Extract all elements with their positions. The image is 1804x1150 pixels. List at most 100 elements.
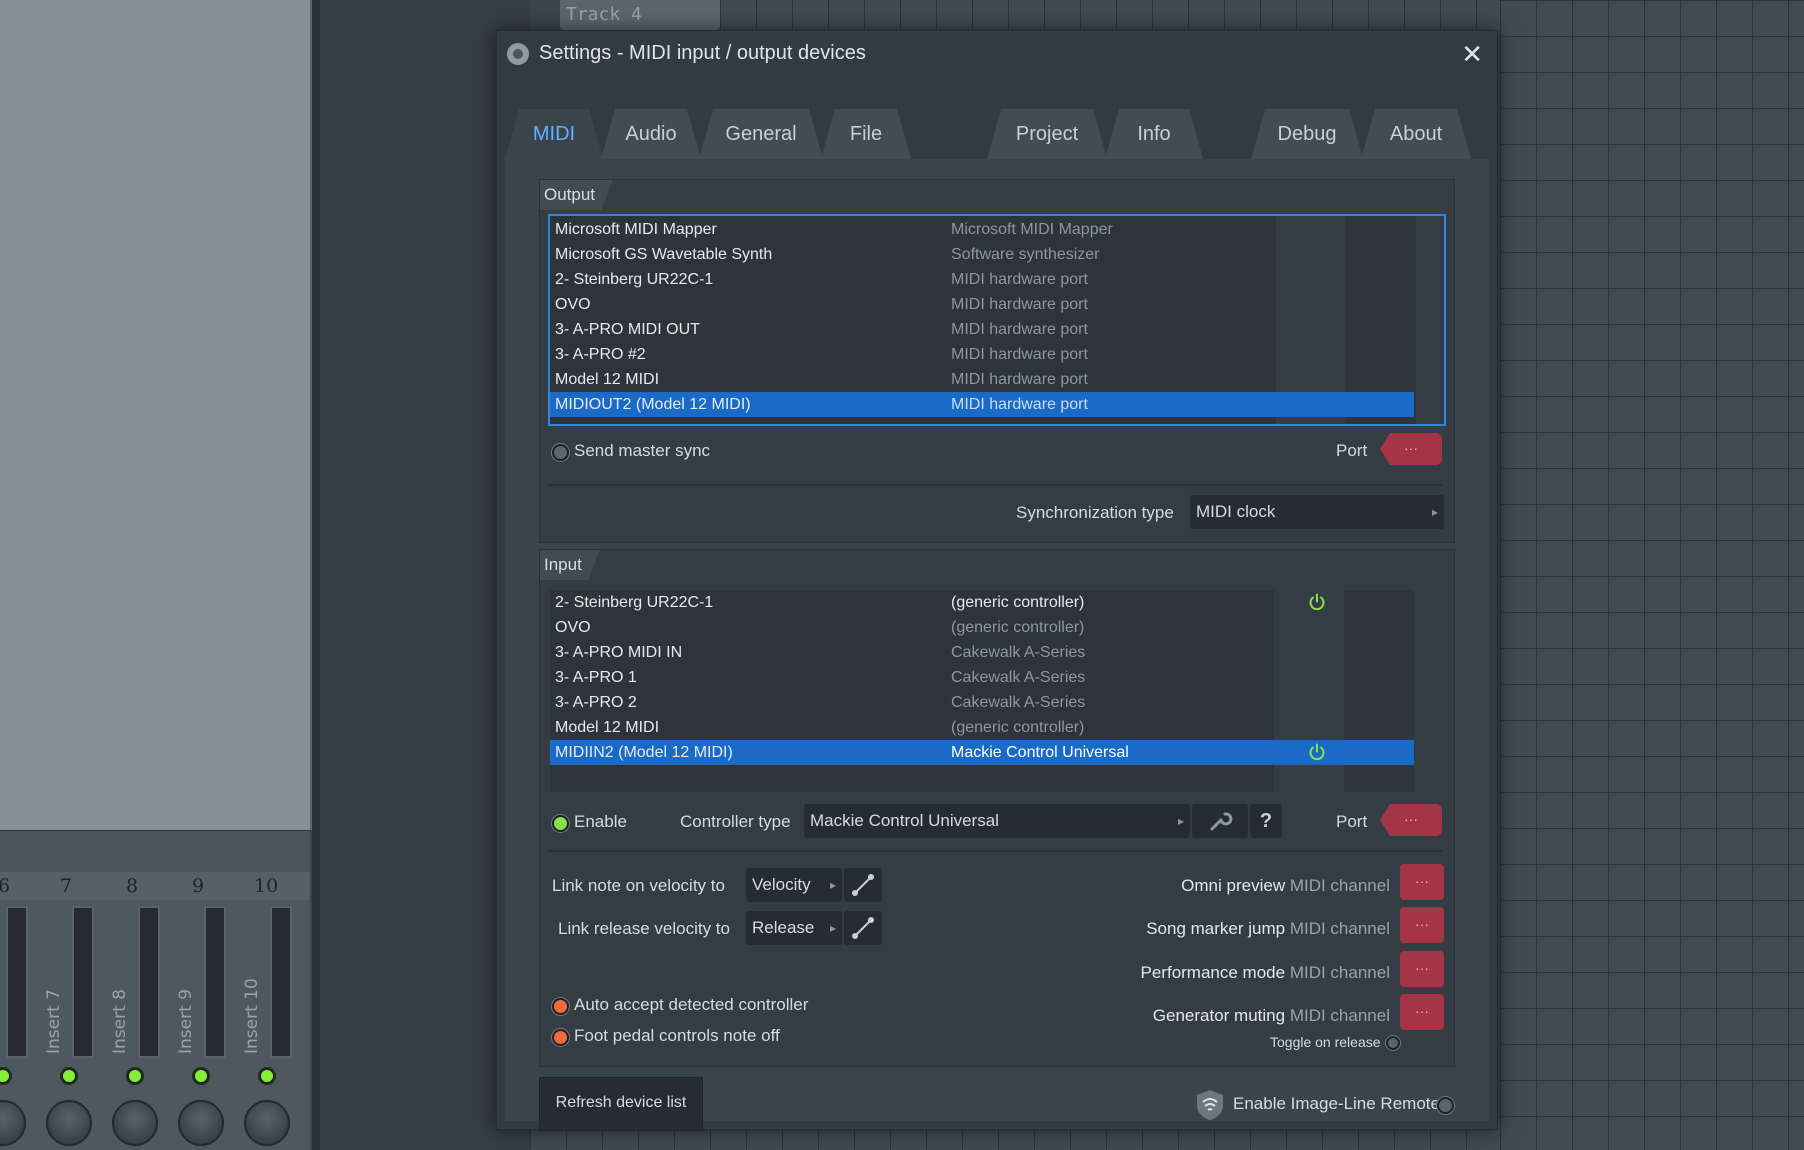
list-item[interactable]: 2- Steinberg UR22C-1 (generic controller) bbox=[550, 590, 1414, 615]
device-type: (generic controller) bbox=[951, 719, 1085, 736]
list-item[interactable]: Microsoft MIDI Mapper Microsoft MIDI Mapp… bbox=[550, 217, 1414, 242]
output-label: Output bbox=[540, 180, 613, 210]
device-name: Microsoft MIDI Mapper bbox=[555, 221, 717, 238]
link-release-label: Link release velocity to bbox=[558, 919, 730, 938]
list-item[interactable]: 3- A-PRO 2 Cakewalk A-Series bbox=[550, 690, 1414, 715]
controller-type-select[interactable]: Mackie Control Universal ▸ bbox=[804, 804, 1190, 838]
mixer-led[interactable] bbox=[258, 1067, 276, 1085]
list-item[interactable]: 3- A-PRO 1 Cakewalk A-Series bbox=[550, 665, 1414, 690]
mixer-fader[interactable] bbox=[72, 906, 94, 1058]
panel-separator bbox=[312, 0, 320, 1150]
device-name: 3- A-PRO MIDI OUT bbox=[555, 321, 700, 338]
link-note-on-curve-button[interactable] bbox=[844, 868, 882, 902]
mixer-fader[interactable] bbox=[204, 906, 226, 1058]
device-name: 3- A-PRO 1 bbox=[555, 669, 637, 686]
song-marker-channel-button[interactable]: ··· bbox=[1400, 907, 1444, 943]
chevron-right-icon: ▸ bbox=[1431, 505, 1438, 519]
pan-knob[interactable] bbox=[244, 1100, 290, 1146]
mixer-fader[interactable] bbox=[270, 906, 292, 1058]
list-item[interactable]: OVO (generic controller) bbox=[550, 615, 1414, 640]
input-port-button[interactable]: ··· bbox=[1380, 804, 1442, 836]
device-type: MIDI hardware port bbox=[951, 321, 1088, 338]
channel-name: Generator muting bbox=[1152, 1006, 1286, 1025]
help-button[interactable]: ? bbox=[1250, 804, 1282, 838]
link-release-select[interactable]: Release ▸ bbox=[746, 911, 842, 945]
mixer-number: 10 bbox=[254, 875, 279, 897]
remote-radio[interactable] bbox=[1437, 1097, 1454, 1114]
controller-type-label: Controller type bbox=[680, 812, 791, 831]
list-item[interactable]: Model 12 MIDI (generic controller) bbox=[550, 715, 1414, 740]
foot-pedal-label: Foot pedal controls note off bbox=[574, 1026, 780, 1045]
input-device-list[interactable]: 2- Steinberg UR22C-1 (generic controller)… bbox=[550, 590, 1442, 792]
output-port-button[interactable]: ··· bbox=[1380, 433, 1442, 465]
device-name: OVO bbox=[555, 296, 591, 313]
channel-name: Song marker jump bbox=[1146, 919, 1286, 938]
list-item[interactable]: OVO MIDI hardware port bbox=[550, 292, 1414, 317]
device-type: Cakewalk A-Series bbox=[951, 644, 1086, 661]
channel-name: Omni preview bbox=[1181, 876, 1286, 895]
pan-knob[interactable] bbox=[46, 1100, 92, 1146]
mixer-number: 7 bbox=[60, 875, 73, 897]
close-button[interactable]: ✕ bbox=[1461, 41, 1483, 67]
output-device-list[interactable]: Microsoft MIDI Mapper Microsoft MIDI Mapp… bbox=[548, 214, 1446, 426]
omni-preview-channel-button[interactable]: ··· bbox=[1400, 864, 1444, 900]
tab-midi[interactable]: MIDI bbox=[505, 109, 603, 159]
tab-general[interactable]: General bbox=[699, 109, 823, 159]
link-note-on-select[interactable]: Velocity ▸ bbox=[746, 868, 842, 902]
list-column bbox=[1414, 590, 1442, 792]
mixer-fader[interactable] bbox=[138, 906, 160, 1058]
send-master-sync-radio[interactable] bbox=[552, 444, 569, 461]
toggle-on-release-radio[interactable] bbox=[1386, 1036, 1400, 1050]
list-item[interactable]: Microsoft GS Wavetable Synth Software syn… bbox=[550, 242, 1414, 267]
channel-suffix: MIDI channel bbox=[1289, 963, 1390, 982]
output-port-label: Port bbox=[1336, 441, 1368, 460]
auto-accept-radio[interactable] bbox=[552, 998, 569, 1015]
pan-knob[interactable] bbox=[178, 1100, 224, 1146]
track-header[interactable]: Track 4 bbox=[560, 0, 720, 30]
mixer-fader[interactable] bbox=[6, 906, 28, 1058]
tab-info[interactable]: Info bbox=[1105, 109, 1203, 159]
foot-pedal-radio[interactable] bbox=[552, 1029, 569, 1046]
list-item[interactable]: 3- A-PRO MIDI OUT MIDI hardware port bbox=[550, 317, 1414, 342]
song-marker-row: Song marker jump MIDI channel bbox=[1146, 919, 1390, 939]
enable-label: Enable bbox=[574, 812, 627, 831]
mixer-area: 6 7 8 9 10 Insert 7 Insert 8 Insert 9 In… bbox=[0, 0, 312, 1150]
mixer-led[interactable] bbox=[126, 1067, 144, 1085]
tab-audio[interactable]: Audio bbox=[601, 109, 701, 159]
performance-mode-channel-button[interactable]: ··· bbox=[1400, 951, 1444, 987]
remote-shield-icon bbox=[1197, 1090, 1223, 1120]
link-note-on-value: Velocity bbox=[752, 875, 811, 894]
tab-project[interactable]: Project bbox=[987, 109, 1107, 159]
mixer-led[interactable] bbox=[60, 1067, 78, 1085]
link-release-curve-button[interactable] bbox=[844, 911, 882, 945]
divider bbox=[548, 850, 1442, 852]
tab-file[interactable]: File bbox=[821, 109, 911, 159]
generator-muting-channel-button[interactable]: ··· bbox=[1400, 994, 1444, 1030]
pan-knob[interactable] bbox=[112, 1100, 158, 1146]
device-name: 3- A-PRO MIDI IN bbox=[555, 644, 683, 661]
tab-debug[interactable]: Debug bbox=[1251, 109, 1363, 159]
channel-suffix: MIDI channel bbox=[1289, 876, 1390, 895]
chevron-right-icon: ▸ bbox=[829, 878, 836, 892]
title-bar[interactable]: Settings - MIDI input / output devices ✕ bbox=[497, 31, 1497, 81]
sync-type-select[interactable]: MIDI clock ▸ bbox=[1190, 495, 1444, 529]
send-master-sync-label: Send master sync bbox=[574, 441, 711, 460]
tab-about[interactable]: About bbox=[1361, 109, 1471, 159]
controller-settings-button[interactable] bbox=[1192, 804, 1248, 838]
device-name: 2- Steinberg UR22C-1 bbox=[555, 594, 714, 611]
insert-label: Insert 7 bbox=[44, 989, 64, 1054]
enable-radio[interactable] bbox=[552, 815, 569, 832]
mixer-led[interactable] bbox=[192, 1067, 210, 1085]
device-name: 3- A-PRO 2 bbox=[555, 694, 637, 711]
midi-settings-panel: Output Microsoft MIDI Mapper Microsoft MI… bbox=[505, 159, 1489, 1131]
power-icon[interactable] bbox=[1308, 743, 1326, 761]
refresh-device-list-button[interactable]: Refresh device list bbox=[539, 1077, 703, 1131]
list-item[interactable]: MIDIOUT2 (Model 12 MIDI) MIDI hardware po… bbox=[550, 392, 1414, 417]
list-item[interactable]: MIDIIN2 (Model 12 MIDI) Mackie Control Un… bbox=[550, 740, 1414, 765]
list-item[interactable]: 2- Steinberg UR22C-1 MIDI hardware port bbox=[550, 267, 1414, 292]
list-item[interactable]: Model 12 MIDI MIDI hardware port bbox=[550, 367, 1414, 392]
power-icon[interactable] bbox=[1308, 593, 1326, 611]
device-name: Model 12 MIDI bbox=[555, 719, 660, 736]
list-item[interactable]: 3- A-PRO MIDI IN Cakewalk A-Series bbox=[550, 640, 1414, 665]
list-item[interactable]: 3- A-PRO #2 MIDI hardware port bbox=[550, 342, 1414, 367]
